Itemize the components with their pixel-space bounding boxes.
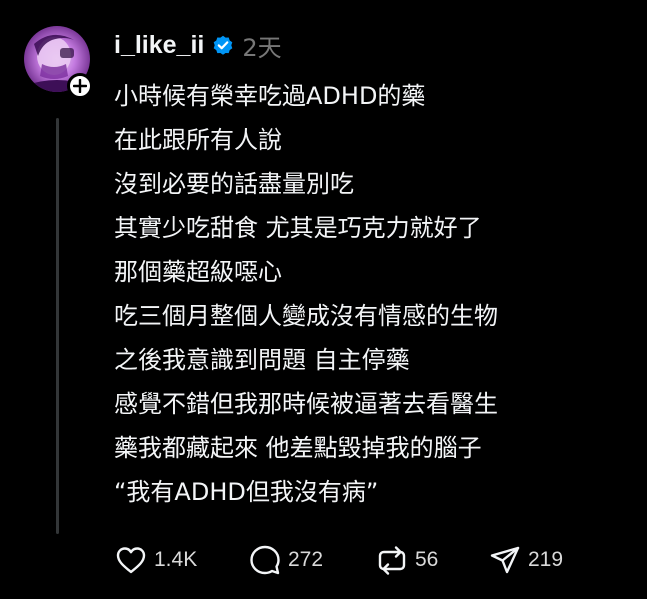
like-count: 1.4K [154, 548, 198, 571]
repost-button[interactable]: 56 [375, 543, 488, 577]
comment-button[interactable]: 272 [248, 543, 375, 577]
repost-arrows-icon [375, 543, 409, 577]
avatar-container [24, 26, 93, 99]
post-line: “我有ADHD但我沒有病” [114, 478, 379, 506]
post-line: 沒到必要的話盡量別吃 [114, 170, 354, 198]
post-line: 藥我都藏起來 他差點毀掉我的腦子 [114, 434, 482, 462]
username[interactable]: i_like_ii [114, 31, 204, 60]
plus-icon [73, 79, 87, 93]
post-line: 感覺不錯但我那時候被逼著去看醫生 [114, 390, 498, 418]
post-line: 小時候有榮幸吃過ADHD的藥 [114, 82, 426, 110]
send-plane-icon [488, 543, 522, 577]
post-line: 在此跟所有人說 [114, 126, 282, 154]
post-line: 那個藥超級噁心 [114, 258, 282, 286]
repost-count: 56 [415, 548, 439, 571]
follow-button[interactable] [67, 73, 93, 99]
comment-count: 272 [288, 548, 324, 571]
share-count: 219 [528, 548, 564, 571]
action-bar: 1.4K 272 56 219 [114, 540, 588, 580]
comment-bubble-icon [248, 543, 282, 577]
post-line: 之後我意識到問題 自主停藥 [114, 346, 410, 374]
post-line: 其實少吃甜食 尤其是巧克力就好了 [114, 214, 482, 242]
post-header: i_like_ii 2天 [114, 28, 282, 62]
heart-icon [114, 543, 148, 577]
like-button[interactable]: 1.4K [114, 543, 248, 577]
threads-post: i_like_ii 2天 小時候有榮幸吃過ADHD的藥 在此跟所有人說 沒到必要… [0, 0, 647, 599]
share-button[interactable]: 219 [488, 543, 588, 577]
verified-badge-icon [212, 34, 234, 56]
post-timestamp: 2天 [242, 33, 282, 62]
post-line: 吃三個月整個人變成沒有情感的生物 [114, 302, 498, 330]
post-body: 小時候有榮幸吃過ADHD的藥 在此跟所有人說 沒到必要的話盡量別吃 其實少吃甜食… [114, 74, 634, 514]
thread-line [56, 118, 59, 534]
